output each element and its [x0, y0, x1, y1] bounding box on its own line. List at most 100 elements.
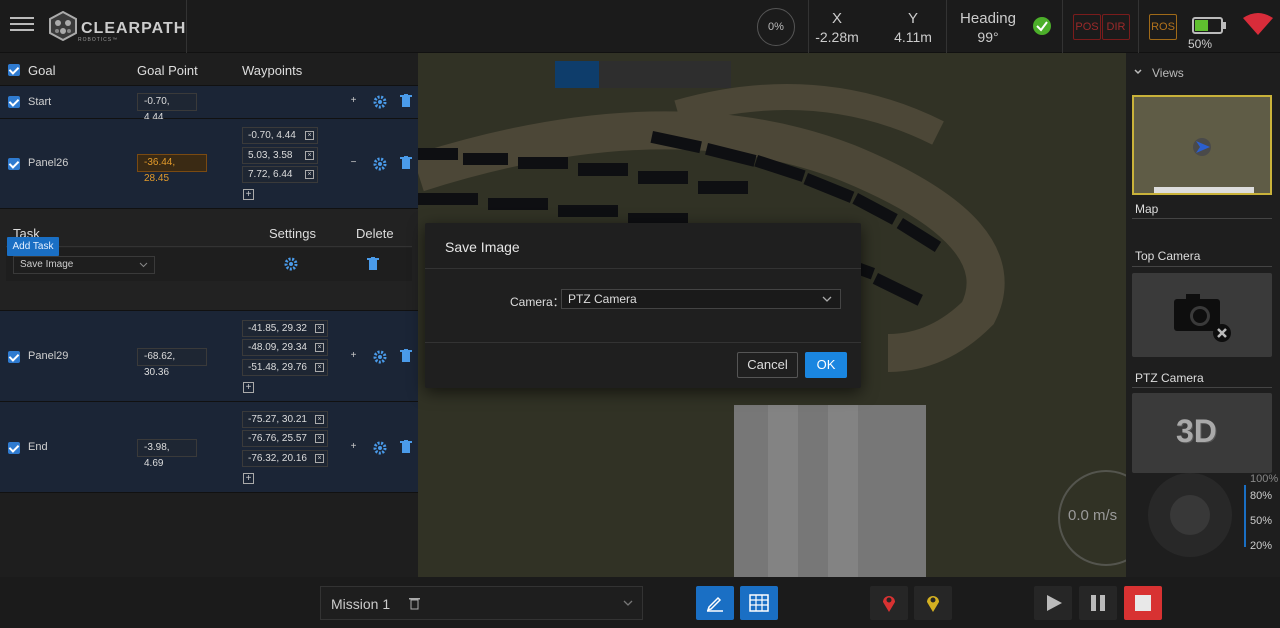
waypoint-item[interactable]: -0.70, 4.44 ×: [242, 127, 318, 144]
trash-icon[interactable]: [400, 440, 412, 454]
heading-value: 99°: [977, 29, 999, 45]
waypoint-value: -48.09, 29.34: [248, 342, 307, 353]
stop-button[interactable]: [1124, 586, 1162, 620]
remove-waypoint-icon[interactable]: ×: [315, 343, 324, 352]
divider: [808, 0, 809, 53]
goal-point[interactable]: -0.70, 4.44: [137, 93, 197, 123]
waypoint-item[interactable]: -75.27, 30.21 ×: [242, 411, 328, 428]
trash-icon[interactable]: [400, 349, 412, 363]
camera-select[interactable]: PTZ Camera: [561, 289, 841, 309]
cancel-button[interactable]: Cancel: [737, 352, 798, 378]
add-task-button[interactable]: Add Task: [7, 237, 59, 256]
goal-checkbox[interactable]: [8, 96, 20, 108]
grid-toggle-button[interactable]: [740, 586, 778, 620]
waypoint-item[interactable]: -76.76, 25.57 ×: [242, 430, 328, 447]
add-dock-button[interactable]: [914, 586, 952, 620]
waypoint-item[interactable]: 5.03, 3.58 ×: [242, 147, 318, 164]
remove-waypoint-icon[interactable]: ×: [315, 415, 324, 424]
goal-checkbox[interactable]: [8, 351, 20, 363]
edit-mode-button[interactable]: [696, 586, 734, 620]
y-value: 4.11m: [894, 29, 932, 45]
logo-subtext: ROBOTICS™: [78, 37, 119, 43]
trash-icon[interactable]: [400, 156, 412, 170]
goal-row-panel29: Panel29 -68.62, 30.36 -41.85, 29.32 × -48…: [0, 311, 418, 402]
collapse-icon[interactable]: −: [348, 158, 359, 169]
yellow-pin-icon: [927, 596, 939, 612]
waypoint-value: -51.48, 29.76: [248, 362, 307, 373]
camera-off-icon: [1174, 294, 1231, 342]
gear-icon[interactable]: [373, 441, 387, 455]
map-thumbnail-image: [1134, 97, 1270, 193]
divider: [1132, 387, 1272, 388]
pause-icon: [1091, 595, 1105, 611]
goal-row-end: End -3.98, 4.69 -75.27, 30.21 × -76.76, 2…: [0, 402, 418, 493]
add-waypoint-icon[interactable]: +: [243, 473, 254, 484]
heading-readout: Heading 99°: [954, 10, 1022, 45]
expand-icon[interactable]: +: [348, 351, 359, 362]
chevron-down-icon: [822, 296, 832, 302]
ros-badge: ROS: [1149, 14, 1177, 40]
goal-point[interactable]: -3.98, 4.69: [137, 439, 197, 469]
save-image-dialog: Save Image Camera： PTZ Camera Cancel OK: [425, 223, 861, 388]
pause-button[interactable]: [1079, 586, 1117, 620]
camera-label: Camera：: [510, 295, 565, 309]
gear-icon[interactable]: [373, 350, 387, 364]
remove-waypoint-icon[interactable]: ×: [315, 363, 324, 372]
waypoint-item[interactable]: -51.48, 29.76 ×: [242, 359, 328, 376]
logo-hex-icon: [49, 11, 77, 41]
goal-checkbox[interactable]: [8, 442, 20, 454]
waypoint-value: -75.27, 30.21: [248, 414, 307, 425]
app-root: CLEARPATH ROBOTICS™ 0% X -2.28m Y 4.11m …: [0, 0, 1280, 628]
remove-waypoint-icon[interactable]: ×: [305, 131, 314, 140]
select-all-checkbox[interactable]: [8, 64, 20, 76]
chevron-down-icon[interactable]: [1134, 69, 1142, 75]
joystick-knob[interactable]: [1170, 495, 1210, 535]
waypoint-item[interactable]: -48.09, 29.34 ×: [242, 339, 328, 356]
add-goal-button[interactable]: [870, 586, 908, 620]
divider: [1132, 266, 1272, 267]
remove-waypoint-icon[interactable]: ×: [315, 324, 324, 333]
goal-checkbox[interactable]: [8, 158, 20, 170]
task-table: Task Settings Delete Save Image Add Task: [0, 209, 418, 311]
goal-panel: Goal Goal Point Waypoints Start -0.70, 4…: [0, 53, 418, 577]
waypoint-value: 5.03, 3.58: [248, 150, 293, 161]
gear-icon[interactable]: [373, 157, 387, 171]
expand-icon[interactable]: +: [348, 442, 359, 453]
gear-icon[interactable]: [373, 95, 387, 109]
threed-view-thumbnail[interactable]: 3D: [1132, 393, 1272, 473]
remove-waypoint-icon[interactable]: ×: [305, 170, 314, 179]
goal-point[interactable]: -36.44, 28.45: [137, 154, 207, 184]
remove-waypoint-icon[interactable]: ×: [315, 434, 324, 443]
remove-waypoint-icon[interactable]: ×: [305, 151, 314, 160]
map-thumbnail[interactable]: [1132, 95, 1272, 195]
add-waypoint-icon[interactable]: +: [243, 189, 254, 200]
trash-icon[interactable]: [400, 94, 412, 108]
menu-icon[interactable]: [10, 13, 34, 37]
mission-select[interactable]: Mission 1: [320, 586, 643, 620]
waypoint-value: -41.85, 29.32: [248, 323, 307, 334]
goal-point-header: Goal Point: [137, 63, 198, 78]
remove-waypoint-icon[interactable]: ×: [315, 454, 324, 463]
delete-mission-icon[interactable]: [409, 597, 420, 610]
x-readout: X -2.28m: [812, 10, 862, 45]
task-delete-trash-icon[interactable]: [367, 257, 379, 271]
waypoint-item[interactable]: -76.32, 20.16 ×: [242, 450, 328, 467]
task-select[interactable]: Save Image: [13, 256, 155, 274]
speed-limit-tick: 100%: [1250, 473, 1279, 485]
divider: [1132, 218, 1272, 219]
waypoint-item[interactable]: 7.72, 6.44 ×: [242, 166, 318, 183]
top-camera-thumbnail[interactable]: [1132, 273, 1272, 357]
add-waypoint-icon[interactable]: +: [243, 382, 254, 393]
waypoint-item[interactable]: -41.85, 29.32 ×: [242, 320, 328, 337]
goal-row-panel26: Panel26 -36.44, 28.45 -0.70, 4.44 × 5.03,…: [0, 119, 418, 209]
mission-progress: 0%: [757, 8, 795, 46]
goal-point[interactable]: -68.62, 30.36: [137, 348, 207, 378]
x-label: X: [831, 10, 842, 27]
play-button[interactable]: [1034, 586, 1072, 620]
joystick[interactable]: [1148, 473, 1232, 557]
add-waypoint-icon[interactable]: +: [348, 96, 359, 107]
speed-limit-track[interactable]: [1244, 485, 1246, 547]
ok-button[interactable]: OK: [805, 352, 847, 378]
goal-table-header: Goal Goal Point Waypoints: [0, 53, 418, 86]
task-settings-gear-icon[interactable]: [284, 257, 298, 271]
